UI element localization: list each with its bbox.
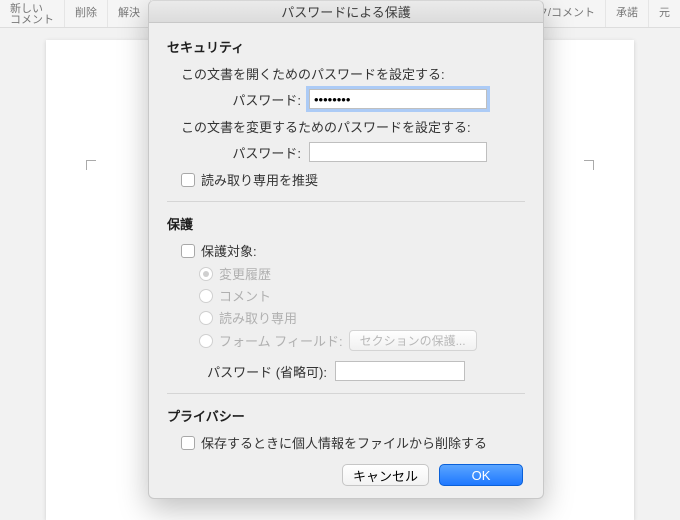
remove-personal-info-checkbox[interactable] [181, 436, 195, 450]
divider-1 [167, 201, 525, 202]
radio-readonly-label: 読み取り専用 [219, 308, 297, 327]
readonly-recommended-label: 読み取り専用を推奨 [201, 170, 318, 189]
radio-track-changes[interactable] [199, 267, 213, 281]
toolbar-item-accept[interactable]: 承諾 [606, 0, 649, 27]
open-password-prompt: この文書を開くためのパスワードを設定する: [181, 64, 525, 83]
protect-target-label: 保護対象: [201, 241, 257, 260]
privacy-heading: プライバシー [167, 406, 525, 425]
ok-button[interactable]: OK [439, 464, 523, 486]
toolbar-item-resolve[interactable]: 解決 [108, 0, 151, 27]
dialog-title: パスワードによる保護 [149, 1, 543, 23]
optional-password-field[interactable] [335, 361, 465, 381]
password-protection-dialog: パスワードによる保護 セキュリティ この文書を開くためのパスワードを設定する: … [148, 0, 544, 499]
modify-password-prompt: この文書を変更するためのパスワードを設定する: [181, 117, 525, 136]
radio-form-fields-label: フォーム フィールド: [219, 331, 343, 350]
readonly-recommended-checkbox[interactable] [181, 173, 195, 187]
divider-2 [167, 393, 525, 394]
open-password-label: パスワード: [181, 90, 301, 109]
radio-comments-label: コメント [219, 286, 271, 305]
section-protect-button[interactable]: セクションの保護... [349, 330, 477, 351]
toolbar-item-other[interactable]: 元 [649, 0, 680, 27]
radio-track-changes-label: 変更履歴 [219, 264, 271, 283]
cancel-button[interactable]: キャンセル [342, 464, 429, 486]
open-password-field[interactable] [309, 89, 487, 109]
radio-comments[interactable] [199, 289, 213, 303]
security-heading: セキュリティ [167, 37, 525, 56]
remove-personal-info-label: 保存するときに個人情報をファイルから削除する [201, 433, 487, 452]
radio-readonly[interactable] [199, 311, 213, 325]
toolbar-item-delete[interactable]: 削除 [65, 0, 108, 27]
protection-heading: 保護 [167, 214, 525, 233]
modify-password-label: パスワード: [181, 143, 301, 162]
modify-password-field[interactable] [309, 142, 487, 162]
optional-password-label: パスワード (省略可): [181, 362, 327, 381]
toolbar-item-new-comment[interactable]: 新しい コメント [0, 0, 65, 27]
radio-form-fields[interactable] [199, 334, 213, 348]
protect-target-checkbox[interactable] [181, 244, 195, 258]
